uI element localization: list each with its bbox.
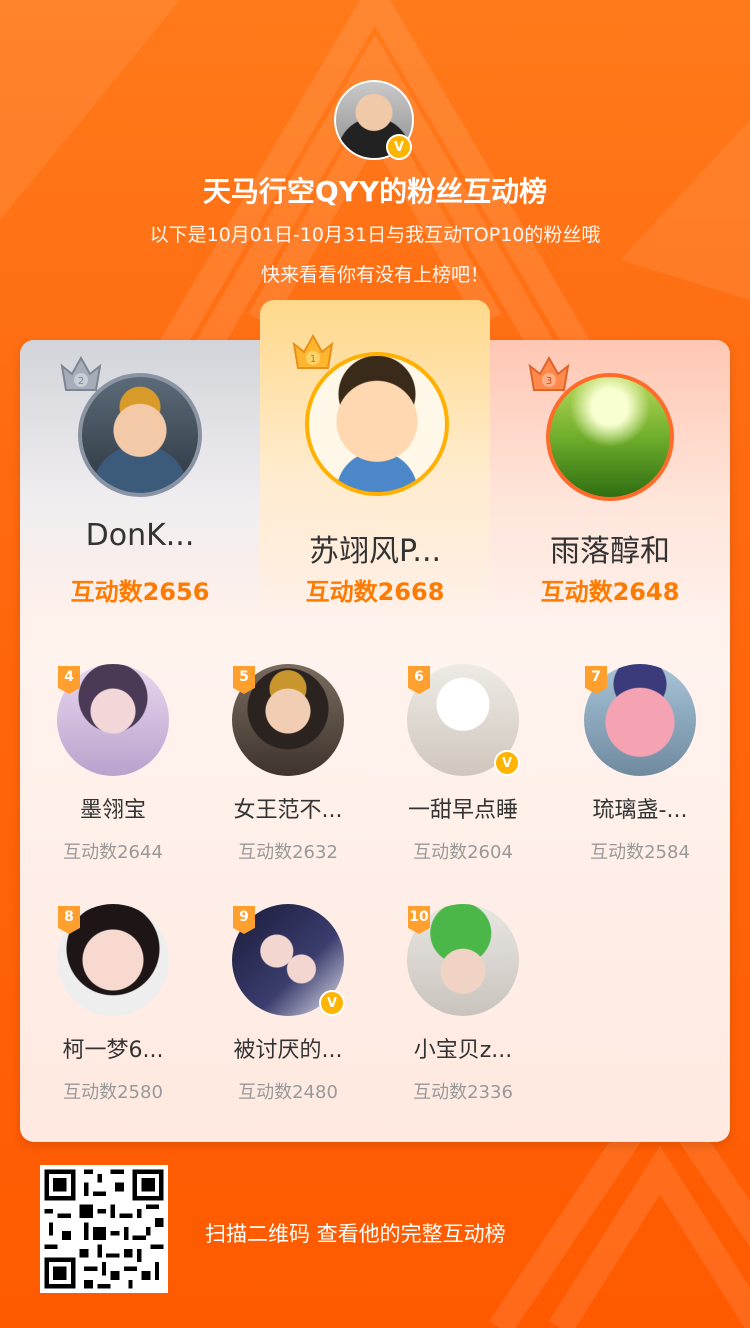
- fan-name: 琉璃盏-...: [592, 798, 688, 823]
- podium-rank-3[interactable]: 3 雨落醇和 互动数2648: [490, 340, 730, 620]
- podium-rank-2[interactable]: 2 DonK... 互动数2656: [20, 340, 260, 620]
- fan-item-rank-9[interactable]: 9 V 被讨厌的... 互动数2480: [205, 904, 355, 1124]
- header: V 天马行空QYY的粉丝互动榜 以下是10月01日-10月31日与我互动TOP1…: [0, 0, 750, 300]
- fan-score: 互动数2632: [238, 842, 338, 863]
- fan-name: 一甜早点睡: [407, 798, 518, 823]
- podium-name: DonK...: [85, 518, 195, 553]
- fan-score: 互动数2584: [590, 842, 690, 863]
- silver-crown-icon: 2: [58, 352, 104, 396]
- page-subtitle-2: 快来看看你有没有上榜吧！: [260, 264, 489, 286]
- fan-name: 小宝贝z...: [413, 1038, 513, 1063]
- podium-score: 互动数2656: [70, 578, 210, 606]
- podium-rank-1[interactable]: 1 苏翊风P... 互动数2668: [260, 300, 490, 620]
- verified-icon: V: [319, 990, 345, 1016]
- verified-icon: V: [494, 750, 520, 776]
- scan-hint-text: 扫描二维码 查看他的完整互动榜: [205, 1222, 506, 1246]
- fan-score: 互动数2644: [63, 842, 163, 863]
- fan-item-rank-7[interactable]: 7 琉璃盏-... 互动数2584: [557, 664, 707, 884]
- fan-score: 互动数2604: [413, 842, 513, 863]
- fan-score: 互动数2336: [413, 1082, 513, 1103]
- svg-text:1: 1: [310, 354, 316, 365]
- fan-item-rank-8[interactable]: 8 柯一梦6... 互动数2580: [30, 904, 180, 1124]
- svg-text:3: 3: [546, 376, 552, 387]
- fan-item-rank-4[interactable]: 4 墨翎宝 互动数2644: [30, 664, 180, 884]
- fan-name: 女王范不...: [233, 798, 343, 823]
- verified-icon: V: [386, 134, 412, 160]
- host-avatar-container[interactable]: V: [334, 80, 414, 160]
- fan-item-rank-6[interactable]: 6 V 一甜早点睡 互动数2604: [380, 664, 530, 884]
- footer: 扫描二维码 查看他的完整互动榜: [0, 1150, 750, 1328]
- fan-name: 柯一梦6...: [62, 1038, 164, 1063]
- fan-name: 被讨厌的...: [233, 1038, 343, 1063]
- qr-code[interactable]: [40, 1165, 168, 1293]
- fan-item-rank-10[interactable]: 10 小宝贝z... 互动数2336: [380, 904, 530, 1124]
- podium-score: 互动数2668: [305, 578, 445, 606]
- page-title: 天马行空QYY的粉丝互动榜: [202, 175, 548, 208]
- gold-crown-icon: 1: [290, 330, 336, 374]
- fan-item-rank-5[interactable]: 5 女王范不... 互动数2632: [205, 664, 355, 884]
- fan-score: 互动数2580: [63, 1082, 163, 1103]
- podium-name: 苏翊风P...: [308, 534, 442, 569]
- bronze-crown-icon: 3: [526, 352, 572, 396]
- fan-name: 墨翎宝: [79, 798, 146, 823]
- svg-text:2: 2: [78, 376, 84, 387]
- podium-score: 互动数2648: [540, 578, 680, 606]
- page-subtitle: 以下是10月01日-10月31日与我互动TOP10的粉丝哦: [149, 224, 601, 246]
- fan-score: 互动数2480: [238, 1082, 338, 1103]
- podium-name: 雨落醇和: [550, 534, 670, 569]
